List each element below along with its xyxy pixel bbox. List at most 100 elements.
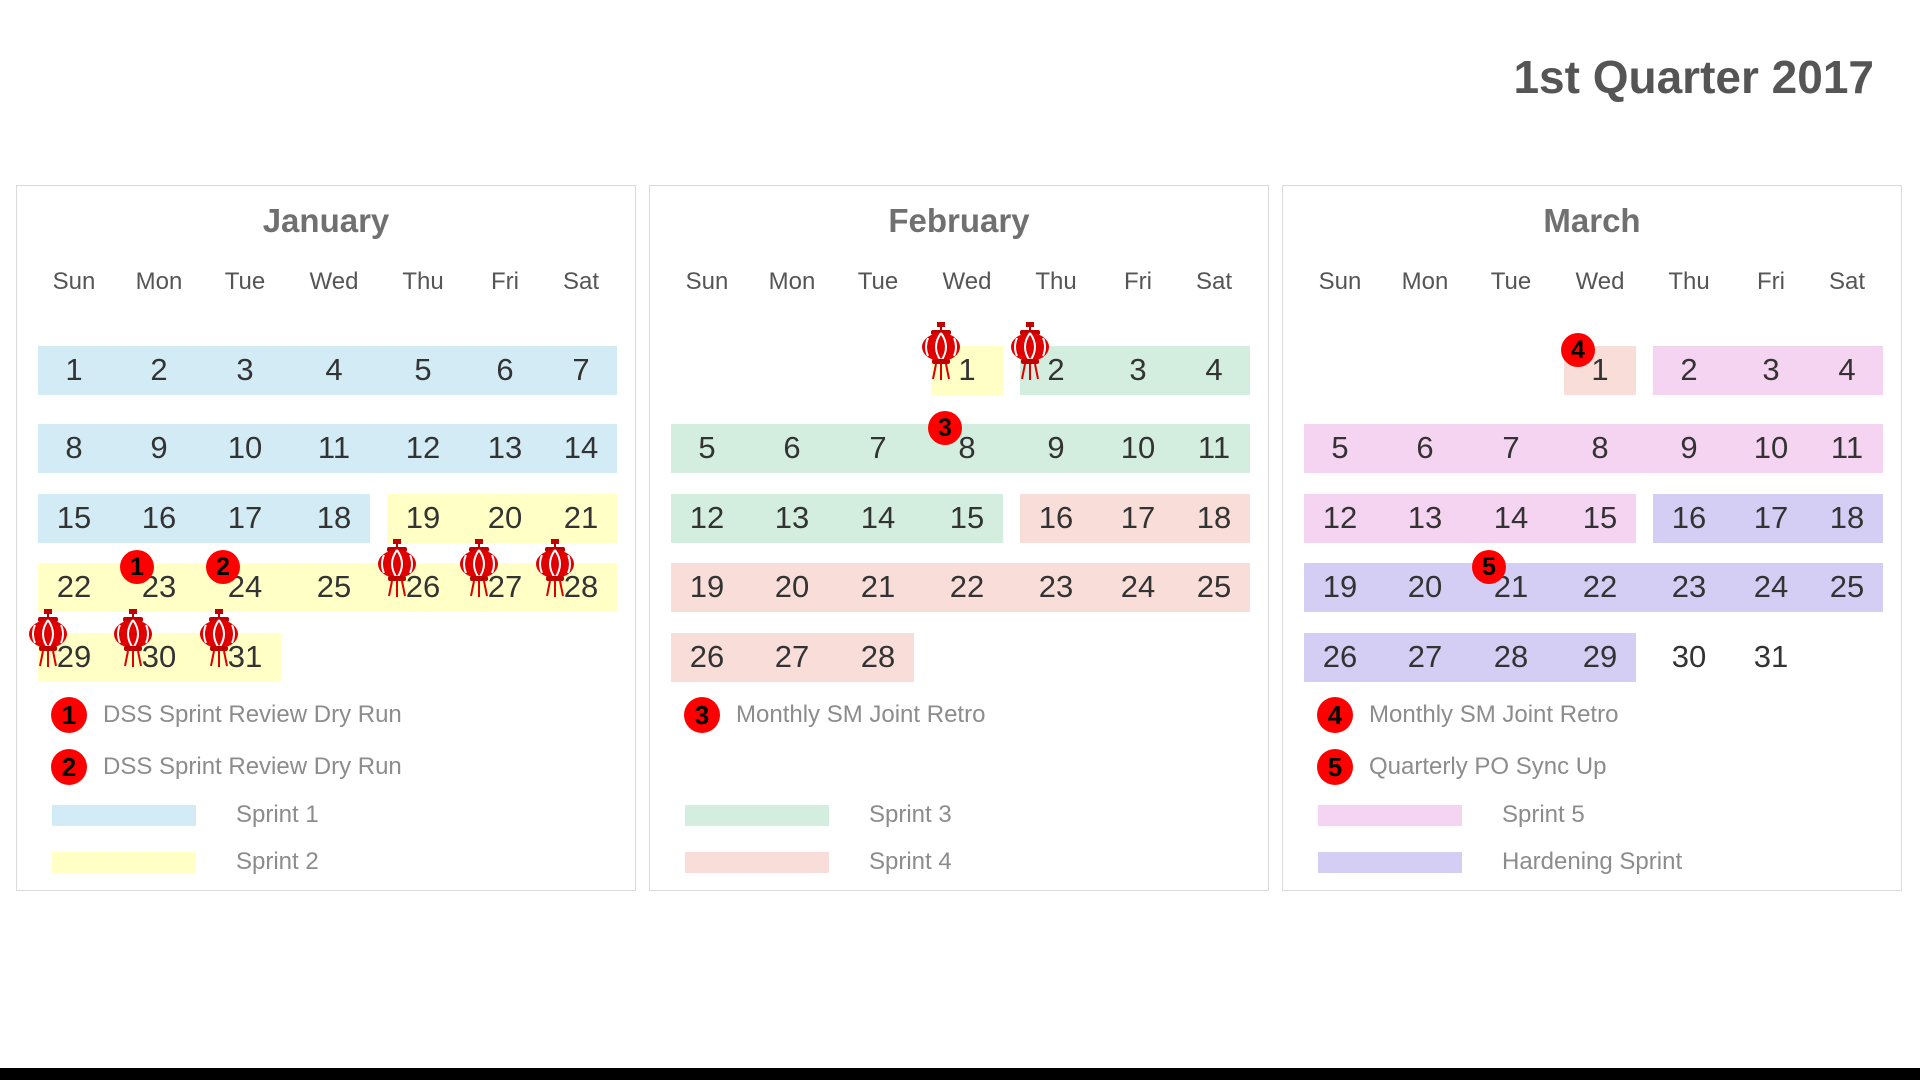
day-cell[interactable]: 21 [551, 498, 611, 538]
day-cell[interactable]: 11 [1817, 428, 1877, 468]
legend-swatch-sprint4 [685, 852, 829, 873]
day-cell[interactable]: 6 [1395, 428, 1455, 468]
day-cell[interactable]: 28 [848, 637, 908, 677]
day-cell[interactable]: 7 [848, 428, 908, 468]
day-cell[interactable]: 11 [304, 428, 364, 468]
day-cell[interactable]: 22 [937, 567, 997, 607]
day-cell[interactable]: 12 [677, 498, 737, 538]
day-cell[interactable]: 18 [304, 498, 364, 538]
day-cell[interactable]: 17 [215, 498, 275, 538]
day-cell[interactable]: 27 [1395, 637, 1455, 677]
day-cell[interactable]: 2 [1659, 350, 1719, 390]
day-cell[interactable]: 20 [475, 498, 535, 538]
weekday-header: Sat [1828, 268, 1866, 295]
day-cell[interactable]: 14 [551, 428, 611, 468]
legend-swatch-sprint1 [52, 805, 196, 826]
day-cell[interactable]: 16 [1026, 498, 1086, 538]
day-cell[interactable]: 10 [1741, 428, 1801, 468]
weekday-header: Thu [1035, 268, 1077, 295]
day-cell[interactable]: 8 [1570, 428, 1630, 468]
day-cell[interactable]: 3 [215, 350, 275, 390]
day-cell[interactable]: 17 [1108, 498, 1168, 538]
day-cell[interactable]: 18 [1817, 498, 1877, 538]
lantern-icon [196, 609, 242, 669]
day-cell[interactable]: 27 [762, 637, 822, 677]
weekday-header: Wed [1575, 268, 1625, 295]
day-cell[interactable]: 22 [44, 567, 104, 607]
day-cell[interactable]: 21 [848, 567, 908, 607]
day-cell[interactable]: 15 [937, 498, 997, 538]
day-cell[interactable]: 5 [393, 350, 453, 390]
day-cell[interactable]: 20 [1395, 567, 1455, 607]
day-cell[interactable]: 26 [677, 637, 737, 677]
day-cell[interactable]: 24 [1108, 567, 1168, 607]
day-cell[interactable]: 11 [1184, 428, 1244, 468]
page-title: 1st Quarter 2017 [1513, 51, 1874, 103]
day-cell[interactable]: 15 [1570, 498, 1630, 538]
day-cell[interactable]: 1 [44, 350, 104, 390]
day-cell[interactable]: 14 [1481, 498, 1541, 538]
weekday-header: Wed [309, 268, 359, 295]
day-cell[interactable]: 25 [1817, 567, 1877, 607]
day-cell[interactable]: 12 [393, 428, 453, 468]
day-cell[interactable]: 13 [475, 428, 535, 468]
day-cell[interactable]: 19 [1310, 567, 1370, 607]
day-cell[interactable]: 15 [44, 498, 104, 538]
weekday-header: Tue [224, 268, 266, 295]
day-cell[interactable]: 13 [762, 498, 822, 538]
day-cell[interactable]: 7 [551, 350, 611, 390]
event-marker: 2 [206, 550, 240, 584]
day-cell[interactable]: 18 [1184, 498, 1244, 538]
day-cell[interactable]: 4 [1817, 350, 1877, 390]
day-cell[interactable]: 10 [215, 428, 275, 468]
weekday-header: Sun [685, 268, 729, 295]
day-cell[interactable]: 2 [129, 350, 189, 390]
day-cell[interactable]: 12 [1310, 498, 1370, 538]
legend-event-marker: 5 [1317, 749, 1353, 785]
day-cell[interactable]: 4 [1184, 350, 1244, 390]
day-cell[interactable]: 9 [1026, 428, 1086, 468]
day-cell[interactable]: 3 [1741, 350, 1801, 390]
day-cell[interactable]: 14 [848, 498, 908, 538]
lantern-icon [25, 609, 71, 669]
day-cell[interactable]: 4 [304, 350, 364, 390]
day-cell[interactable]: 10 [1108, 428, 1168, 468]
day-cell[interactable]: 26 [1310, 637, 1370, 677]
day-cell[interactable]: 20 [762, 567, 822, 607]
day-cell[interactable]: 29 [1570, 637, 1630, 677]
day-cell[interactable]: 23 [1026, 567, 1086, 607]
day-cell[interactable]: 3 [1108, 350, 1168, 390]
day-cell[interactable]: 30 [1659, 637, 1719, 677]
day-cell[interactable]: 19 [677, 567, 737, 607]
day-cell[interactable]: 16 [1659, 498, 1719, 538]
day-cell[interactable]: 31 [1741, 637, 1801, 677]
day-cell[interactable]: 16 [129, 498, 189, 538]
day-cell[interactable]: 23 [1659, 567, 1719, 607]
weekday-header: Mon [1401, 268, 1449, 295]
legend-label: Sprint 1 [236, 801, 319, 828]
weekday-header: Sat [1195, 268, 1233, 295]
day-cell[interactable]: 9 [1659, 428, 1719, 468]
day-cell[interactable]: 13 [1395, 498, 1455, 538]
legend-label: Sprint 3 [869, 801, 952, 828]
day-cell[interactable]: 25 [304, 567, 364, 607]
day-cell[interactable]: 7 [1481, 428, 1541, 468]
month-panel-march: March Sun Mon Tue Wed Thu Fri Sat 1 2 3 4 5 6 7 8 9 10 11 1… [1282, 185, 1902, 891]
day-cell[interactable]: 9 [129, 428, 189, 468]
day-cell[interactable]: 5 [1310, 428, 1370, 468]
day-cell[interactable]: 6 [475, 350, 535, 390]
day-cell[interactable]: 28 [1481, 637, 1541, 677]
day-cell[interactable]: 24 [1741, 567, 1801, 607]
month-panel-february: February Sun Mon Tue Wed Thu Fri Sat 1 2 3 4 5 6 7 8 9 10… [649, 185, 1269, 891]
day-cell[interactable]: 6 [762, 428, 822, 468]
bottom-bar [0, 1068, 1920, 1080]
month-title: January [262, 202, 390, 239]
legend-label: Quarterly PO Sync Up [1369, 753, 1607, 780]
day-cell[interactable]: 19 [393, 498, 453, 538]
day-cell[interactable]: 22 [1570, 567, 1630, 607]
day-cell[interactable]: 5 [677, 428, 737, 468]
day-cell[interactable]: 25 [1184, 567, 1244, 607]
lantern-icon [1007, 322, 1053, 382]
day-cell[interactable]: 17 [1741, 498, 1801, 538]
day-cell[interactable]: 8 [44, 428, 104, 468]
